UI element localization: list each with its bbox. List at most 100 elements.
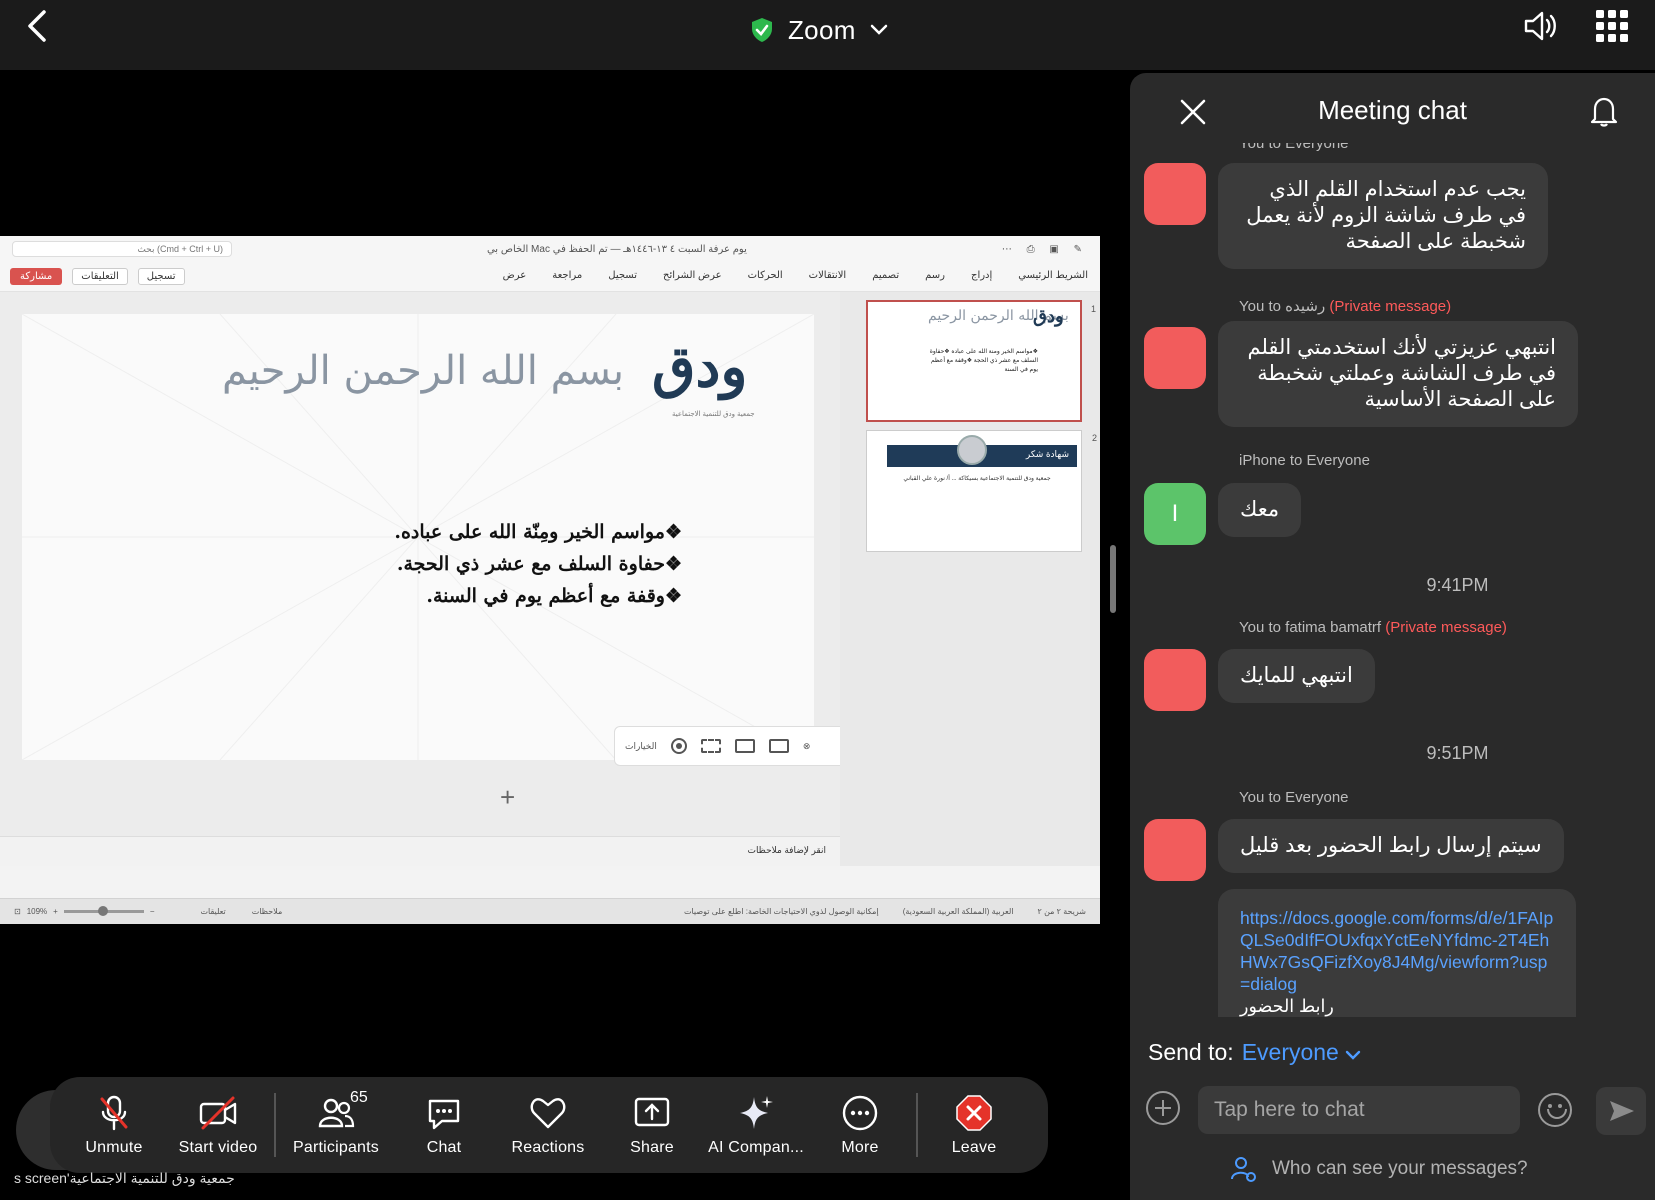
chat-timestamp: 9:41PM [1426, 575, 1489, 595]
certificate-body: جمعية ودق للتنمية الاجتماعية بسيكاكة ...… [903, 476, 1051, 482]
shield-check-icon [752, 18, 772, 42]
meeting-controls-toolbar: Unmute Start video 65 Participants Chat … [50, 1077, 1048, 1173]
speaker-icon[interactable] [1520, 6, 1560, 46]
attendance-form-link[interactable]: https://docs.google.com/forms/d/e/1FAIpQ… [1240, 907, 1554, 995]
chat-input[interactable] [1198, 1086, 1520, 1134]
slide-counter: شريحة ٢ من ٢ [1037, 907, 1086, 916]
share-button[interactable]: Share [600, 1077, 704, 1173]
leave-x-icon [956, 1095, 992, 1131]
ribbon-tab: عرض [502, 270, 527, 281]
person-eye-icon [1231, 1157, 1256, 1182]
top-bar: Zoom [0, 0, 1655, 70]
current-slide: بسم الله الرحمن الرحيم ودق جمعية ودق للت… [22, 314, 814, 760]
powerpoint-ribbon: مشاركة التعليقات تسجيل الشريط الرئيسي إد… [0, 262, 1100, 292]
add-attachment-plus-icon[interactable] [1146, 1091, 1180, 1125]
meeting-title-dropdown[interactable]: Zoom [750, 10, 888, 50]
message-visibility-link[interactable]: Who can see your messages? [1230, 1155, 1528, 1183]
leave-button[interactable]: Leave [922, 1077, 1026, 1173]
share-label: Share [630, 1139, 674, 1156]
chat-message-bubble: سيتم إرسال رابط الحضور بعد قليل [1218, 819, 1564, 873]
thumbnail-logo: ودق [1033, 306, 1064, 327]
shared-screen-powerpoint: بحث (Cmd + Ctrl + U) يوم عرفة السبت ٤ ١٣… [0, 236, 1100, 924]
chat-title: Meeting chat [1318, 95, 1467, 125]
apps-grid-icon[interactable] [1596, 10, 1628, 42]
accessibility-status: إمكانية الوصول لذوي الاحتياجات الخاصة: ا… [683, 907, 879, 916]
notes-placeholder: انقر لإضافة ملاحظات [0, 836, 840, 866]
screen-share-view-options: الخيارات ⊗ [614, 726, 866, 766]
bell-icon[interactable] [1586, 93, 1622, 129]
start-video-label: Start video [178, 1139, 258, 1156]
chat-link-bubble: https://docs.google.com/forms/d/e/1FAIpQ… [1218, 889, 1576, 1017]
chevron-down-icon [1346, 1050, 1361, 1060]
chat-label: Chat [426, 1139, 462, 1156]
private-message-tag: (Private message) [1329, 298, 1452, 315]
medal-icon [957, 435, 987, 465]
ribbon-tab: رسم [925, 270, 945, 281]
ai-companion-button[interactable]: AI Compan... [704, 1077, 808, 1173]
send-to-recipient-dropdown[interactable]: Everyone [1242, 1039, 1362, 1066]
chat-bubble-icon [428, 1099, 460, 1130]
send-paper-plane-icon[interactable] [1596, 1087, 1646, 1135]
ribbon-tabs: الشريط الرئيسي إدراج رسم تصميم الانتقالا… [503, 270, 1088, 281]
panel-resize-handle[interactable] [1110, 545, 1116, 613]
participants-label: Participants [293, 1139, 379, 1156]
message-sender: iPhone to Everyone [1239, 452, 1370, 469]
powerpoint-status-bar: ⊡ 109% + − تعليقات ملاحظات شريحة ٢ من ٢ ا… [0, 898, 1100, 924]
ribbon-tab: تصميم [872, 270, 900, 281]
ribbon-tab: الحركات [747, 270, 783, 281]
chat-message-list[interactable]: You to Everyone يجب عدم استخدام القلم ال… [1130, 143, 1655, 1103]
participants-button[interactable]: 65 Participants [280, 1077, 392, 1173]
avatar [1144, 163, 1206, 225]
ribbon-tab: مراجعة [552, 270, 583, 281]
message-sender: You to Everyone [1239, 789, 1349, 806]
language-status: العربية (المملكة العربية السعودية) [902, 907, 1014, 916]
basmala-calligraphy: بسم الله الرحمن الرحيم [222, 348, 625, 394]
participants-icon [318, 1098, 355, 1128]
ppt-comments-button: التعليقات [72, 268, 128, 285]
mic-muted-icon [100, 1095, 128, 1131]
reactions-button[interactable]: Reactions [496, 1077, 600, 1173]
chat-message-bubble: انتبهي عزيزتي لأنك استخدمتي القلم في طرف… [1218, 321, 1578, 427]
close-dot-icon: ⊗ [802, 740, 811, 751]
avatar [1144, 649, 1206, 711]
toolbar-divider [916, 1093, 918, 1157]
zoom-control: ⊡ 109% + − تعليقات ملاحظات [14, 906, 283, 916]
unmute-button[interactable]: Unmute [62, 1077, 166, 1173]
zoom-level: 109% [26, 907, 48, 916]
avatar [1144, 819, 1206, 881]
private-message-tag: (Private message) [1385, 619, 1507, 636]
more-dots-icon [842, 1095, 878, 1131]
fullscreen-icon [768, 739, 789, 753]
chat-timestamp: 9:51PM [1426, 743, 1489, 763]
more-label: More [841, 1139, 879, 1156]
video-off-icon [199, 1096, 237, 1130]
send-to-label: Send to: [1148, 1039, 1234, 1065]
chat-message-bubble: يجب عدم استخدام القلم الذي في طرف شاشة ا… [1218, 163, 1548, 269]
slide-thumbnails-panel: 1 بسم الله الرحمن الرحيم ودق ❖مواسم الخي… [840, 292, 1100, 866]
ribbon-tab: إدراج [970, 270, 993, 281]
chat-message-bubble: معك [1218, 483, 1302, 537]
dashed-frame-icon [700, 739, 721, 753]
start-video-button[interactable]: Start video [166, 1077, 270, 1173]
thumbnail-number: 1 [1090, 304, 1096, 314]
status-comments: تعليقات [200, 907, 226, 916]
document-title: يوم عرفة السبت ٤ ١٣-١٤٤٦هـ — تم الحفظ في… [486, 243, 747, 255]
slide-thumbnail-1: 1 بسم الله الرحمن الرحيم ودق ❖مواسم الخي… [866, 300, 1096, 422]
chat-button[interactable]: Chat [392, 1077, 496, 1173]
emoji-icon[interactable] [1538, 1093, 1572, 1127]
back-chevron-icon[interactable] [22, 8, 58, 44]
thumbnail-text: ❖مواسم الخير ومنة الله على عباده ❖حفاوة … [929, 349, 1038, 373]
sparkle-icon [740, 1096, 773, 1129]
avatar [1144, 327, 1206, 389]
ppt-share-button: مشاركة [10, 268, 63, 285]
avatar: I [1144, 483, 1206, 545]
slide-bullet: ❖مواسم الخير ومِنّة الله على عباده. [394, 521, 682, 543]
powerpoint-title-bar: بحث (Cmd + Ctrl + U) يوم عرفة السبت ٤ ١٣… [0, 236, 1100, 262]
slide-editing-area: بسم الله الرحمن الرحيم ودق جمعية ودق للت… [0, 292, 866, 866]
more-button[interactable]: More [808, 1077, 912, 1173]
ai-companion-label: AI Compan... [708, 1139, 804, 1156]
chevron-down-icon [870, 24, 887, 35]
record-icon [670, 738, 687, 754]
ribbon-tab: تسجيل [608, 270, 637, 281]
zoom-meeting-screen: Zoom بحث (Cmd + Ctrl + U) يوم عرفة السبت… [0, 0, 1655, 1200]
